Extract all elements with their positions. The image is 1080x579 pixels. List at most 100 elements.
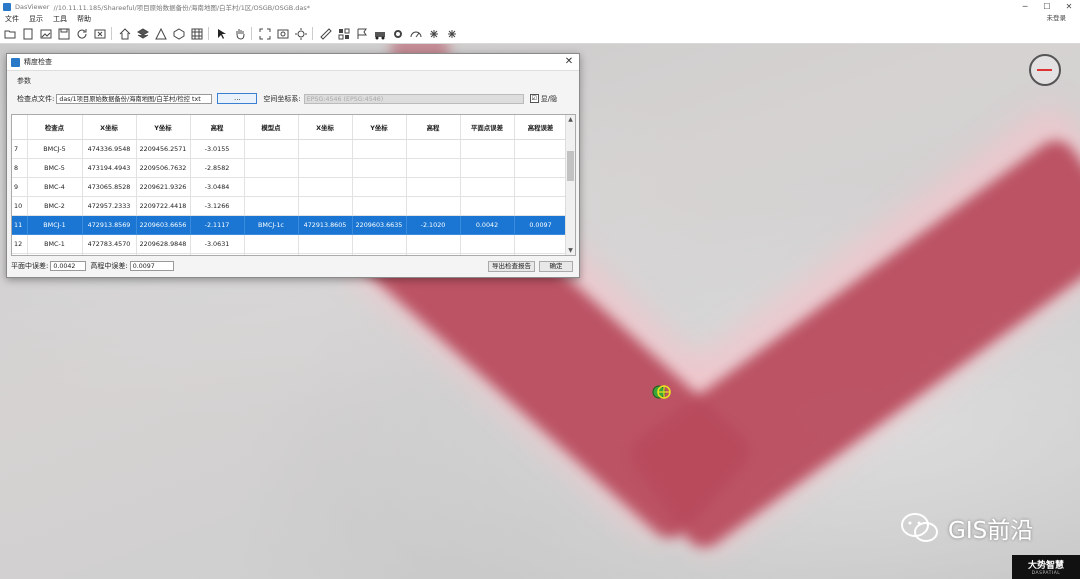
toolbar-separator [111, 27, 112, 40]
table-cell: -2.1020 [406, 215, 461, 235]
column-header[interactable]: 高程误差 [514, 115, 568, 140]
compass-icon[interactable] [1029, 54, 1061, 86]
column-header[interactable]: 高程 [190, 115, 245, 140]
image-icon[interactable] [38, 26, 54, 42]
file-path: //10.11.11.185/Shareeful/项目原始数据备份/海南地图/白… [53, 3, 311, 12]
layers-icon[interactable] [135, 26, 151, 42]
table-cell [298, 234, 353, 254]
table-row[interactable]: 7 BMCJ-5 474336.9548 2209456.2571 -3.0155 [12, 139, 568, 159]
table-cell [514, 196, 568, 216]
show-hide-label: 显/隐 [540, 94, 558, 103]
column-header[interactable]: 检查点 [27, 115, 83, 140]
settings-icon[interactable] [390, 26, 406, 42]
row-number: 10 [12, 196, 28, 216]
table-cell [460, 196, 515, 216]
fullscreen-icon[interactable] [257, 26, 273, 42]
vehicle-icon[interactable] [372, 26, 388, 42]
dialog-close-button[interactable]: ✕ [563, 56, 575, 68]
column-header[interactable]: Y坐标 [136, 115, 191, 140]
table-cell: 2209456.2571 [136, 139, 191, 159]
tiles-icon[interactable] [336, 26, 352, 42]
export-report-button[interactable]: 导出检查报告 [488, 261, 535, 272]
browse-button[interactable]: ... [217, 93, 258, 104]
table-cell [298, 177, 353, 197]
column-header[interactable]: 高程 [406, 115, 461, 140]
scroll-up-button[interactable]: ▲ [566, 115, 575, 124]
summary-row: 平面中误差: 0.0042 高程中误差: 0.0097 导出检查报告 确定 [11, 260, 574, 272]
table-cell [298, 253, 353, 255]
dialog-title-bar[interactable]: 精度检查 [7, 54, 579, 71]
polygon-icon[interactable] [171, 26, 187, 42]
light-icon[interactable] [293, 26, 309, 42]
table-cell [352, 158, 407, 178]
show-hide-checkbox[interactable]: ☑ [529, 94, 539, 103]
table-row[interactable]: 12 BMC-1 472783.4570 2209628.9848 -3.0631 [12, 234, 568, 254]
gauge-icon[interactable] [408, 26, 424, 42]
table-cell: BMC-1 [27, 234, 83, 254]
checkpoint-file-input[interactable]: das/1项目原始数据备份/海南地图/白羊村/检控 txt [56, 93, 213, 104]
row-number: 12 [12, 234, 28, 254]
screenshot-icon[interactable] [275, 26, 291, 42]
menu-tools[interactable]: 工具 [48, 14, 72, 24]
column-header[interactable]: X坐标 [82, 115, 137, 140]
toolbar-separator [208, 27, 209, 40]
row-number: 9 [12, 177, 28, 197]
home-icon[interactable] [117, 26, 133, 42]
menu-view[interactable]: 显示 [24, 14, 48, 24]
table-scrollbar[interactable]: ▲ ▼ [565, 115, 575, 255]
table-cell [298, 158, 353, 178]
column-header[interactable]: X坐标 [298, 115, 353, 140]
table-cell: -2.5616 [190, 253, 245, 255]
table-cell: BMC-4 [27, 177, 83, 197]
grid-icon[interactable] [189, 26, 205, 42]
row-number: 13 [12, 253, 28, 255]
table-cell: 2209621.9326 [136, 177, 191, 197]
scroll-thumb[interactable] [567, 151, 574, 181]
table-row[interactable]: 10 BMC-2 472957.2333 2209722.4418 -3.1266 [12, 196, 568, 216]
cursor-icon[interactable] [214, 26, 230, 42]
save-icon[interactable] [56, 26, 72, 42]
table-cell: 2209722.4418 [136, 196, 191, 216]
row-number: 7 [12, 139, 28, 159]
checkpoint-grid: 检查点 X坐标 Y坐标 高程 模型点 X坐标 Y坐标 高程 平面点误差 高程误差 7 BMCJ-5 4… [12, 115, 568, 255]
open-folder-icon[interactable] [2, 26, 18, 42]
table-row[interactable]: 9 BMC-4 473065.8528 2209621.9326 -3.0484 [12, 177, 568, 197]
table-row[interactable]: 11 BMCJ-1 472913.8569 2209603.6656 -2.1117 BM… [12, 215, 568, 235]
table-cell: BMC-3 [27, 253, 83, 255]
table-row[interactable]: 13BMC-3472830.15592209482.0568-2.5616 [12, 253, 568, 255]
table-cell [406, 253, 461, 255]
brand-logo: 大势智慧 DASPATIAL [1012, 555, 1080, 579]
table-cell [244, 177, 299, 197]
login-status[interactable]: 未登录 [1047, 12, 1067, 22]
column-header[interactable] [12, 115, 28, 140]
open-file-icon[interactable] [20, 26, 36, 42]
ruler-icon[interactable] [318, 26, 334, 42]
checkpoint-marker-icon[interactable] [652, 383, 672, 401]
satellite-icon[interactable] [426, 26, 442, 42]
table-cell [406, 158, 461, 178]
scroll-down-button[interactable]: ▼ [566, 246, 575, 255]
row-number: 11 [12, 215, 28, 235]
menu-file[interactable]: 文件 [0, 14, 24, 24]
spatial-crs-label: 空间坐标系: [263, 94, 301, 103]
refresh-icon[interactable] [74, 26, 90, 42]
toolbar-separator [251, 27, 252, 40]
column-header[interactable]: Y坐标 [352, 115, 407, 140]
table-cell [460, 253, 515, 255]
satellite2-icon[interactable] [444, 26, 460, 42]
table-cell [244, 196, 299, 216]
hand-icon[interactable] [232, 26, 248, 42]
table-cell: -2.8582 [190, 158, 245, 178]
triangle-icon[interactable] [153, 26, 169, 42]
table-cell [244, 234, 299, 254]
column-header[interactable]: 平面点误差 [460, 115, 515, 140]
table-cell: 2209482.0568 [136, 253, 191, 255]
ok-button[interactable]: 确定 [539, 261, 573, 272]
column-header[interactable]: 模型点 [244, 115, 299, 140]
table-cell: 473065.8528 [82, 177, 137, 197]
flag-icon[interactable] [354, 26, 370, 42]
menu-help[interactable]: 帮助 [72, 14, 96, 24]
export-icon[interactable] [92, 26, 108, 42]
minimize-button[interactable]: ─ [1014, 0, 1036, 13]
table-row[interactable]: 8 BMC-5 473194.4943 2209506.7632 -2.8582 [12, 158, 568, 178]
